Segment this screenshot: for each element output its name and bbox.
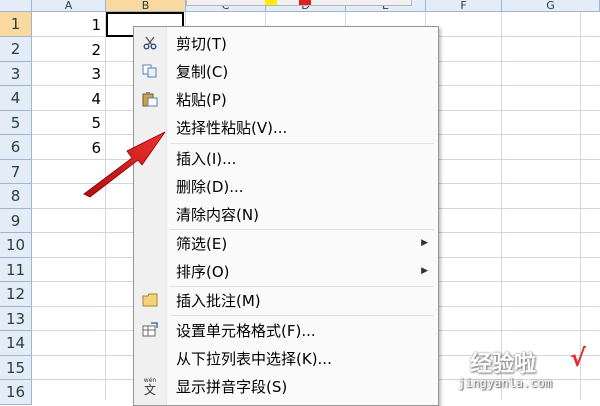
menu-item-label: 复制(C)	[176, 62, 229, 81]
mini-toolbar[interactable]	[186, 0, 412, 6]
menu-item-label: 选择性粘贴(V)...	[176, 118, 288, 137]
menu-item-copy[interactable]: 复制(C)	[134, 57, 438, 85]
menu-item-clear-contents[interactable]: 清除内容(N)	[134, 200, 438, 228]
cell-a6[interactable]: 6	[41, 135, 101, 160]
menu-item-label: 筛选(E)	[176, 234, 228, 253]
row-header-9[interactable]: 9	[0, 209, 32, 233]
row-header-8[interactable]: 8	[0, 184, 32, 209]
highlight-color-swatch[interactable]	[265, 0, 277, 5]
row-header-12[interactable]: 12	[0, 282, 32, 307]
checkmark-icon: √	[570, 344, 587, 372]
menu-item-cut[interactable]: 剪切(T)	[134, 29, 438, 57]
cell-a4[interactable]: 4	[41, 86, 101, 111]
row-header-3[interactable]: 3	[0, 62, 32, 86]
row-header-10[interactable]: 10	[0, 233, 32, 258]
cell-a3[interactable]: 3	[41, 62, 101, 86]
row-header-2[interactable]: 2	[0, 37, 32, 62]
context-menu: 剪切(T) 复制(C) 粘贴(P) 选择性粘贴(V)... 插入(I)... 删…	[133, 26, 439, 406]
cell-a2[interactable]: 2	[41, 37, 101, 62]
column-header-g[interactable]: G	[502, 0, 600, 12]
row-header-14[interactable]: 14	[0, 331, 32, 356]
menu-item-format-cells[interactable]: 设置单元格格式(F)...	[134, 316, 438, 344]
row-header-5[interactable]: 5	[0, 111, 32, 135]
menu-item-label: 排序(O)	[176, 262, 230, 281]
column-header-a[interactable]: A	[32, 0, 106, 12]
menu-item-sort[interactable]: 排序(O) ▶	[134, 257, 438, 285]
row-header-11[interactable]: 11	[0, 258, 32, 282]
row-header-7[interactable]: 7	[0, 160, 32, 184]
menu-item-pick-from-list[interactable]: 从下拉列表中选择(K)...	[134, 344, 438, 372]
scissors-icon	[142, 35, 158, 51]
submenu-arrow-icon: ▶	[421, 266, 428, 276]
menu-item-label: 插入(I)...	[176, 149, 237, 168]
cell-a1[interactable]: 1	[41, 12, 101, 37]
menu-item-label: 剪切(T)	[176, 34, 227, 53]
menu-item-label: 插入批注(M)	[176, 291, 261, 310]
menu-item-label: 清除内容(N)	[176, 205, 259, 224]
menu-item-label: 设置单元格格式(F)...	[176, 321, 316, 340]
row-header-13[interactable]: 13	[0, 307, 32, 331]
row-header-6[interactable]: 6	[0, 135, 32, 160]
watermark-title: 经验啦	[470, 352, 537, 377]
menu-item-show-phonetic[interactable]: wén 文 显示拼音字段(S)	[134, 372, 438, 400]
menu-item-paste[interactable]: 粘贴(P)	[134, 85, 438, 113]
row-header-16[interactable]: 16	[0, 380, 32, 405]
format-cells-icon	[142, 322, 158, 338]
menu-item-label: 粘贴(P)	[176, 90, 227, 109]
watermark: 经验啦 √ jingyanla.com	[456, 344, 596, 396]
column-header-f[interactable]: F	[426, 0, 502, 12]
menu-item-filter[interactable]: 筛选(E) ▶	[134, 229, 438, 257]
row-header-1[interactable]: 1	[0, 12, 32, 37]
column-header-b[interactable]: B	[106, 0, 186, 12]
select-all-corner[interactable]	[0, 0, 32, 12]
menu-item-delete[interactable]: 删除(D)...	[134, 172, 438, 200]
row-header-15[interactable]: 15	[0, 356, 32, 380]
comment-icon	[142, 292, 158, 308]
menu-item-insert[interactable]: 插入(I)...	[134, 144, 438, 172]
watermark-url: jingyanla.com	[458, 376, 552, 390]
submenu-arrow-icon: ▶	[421, 238, 428, 248]
menu-item-paste-special[interactable]: 选择性粘贴(V)...	[134, 113, 438, 141]
phonetic-icon: wén 文	[142, 377, 158, 397]
font-color-swatch[interactable]	[299, 0, 311, 5]
menu-item-label: 从下拉列表中选择(K)...	[176, 349, 332, 368]
menu-item-insert-comment[interactable]: 插入批注(M)	[134, 286, 438, 314]
phonetic-icon-main-text: 文	[143, 382, 156, 397]
menu-item-label: 删除(D)...	[176, 177, 244, 196]
paste-icon	[142, 91, 158, 107]
cell-a5[interactable]: 5	[41, 111, 101, 135]
row-header-4[interactable]: 4	[0, 86, 32, 111]
copy-icon	[142, 63, 158, 79]
menu-item-label: 显示拼音字段(S)	[176, 377, 288, 396]
